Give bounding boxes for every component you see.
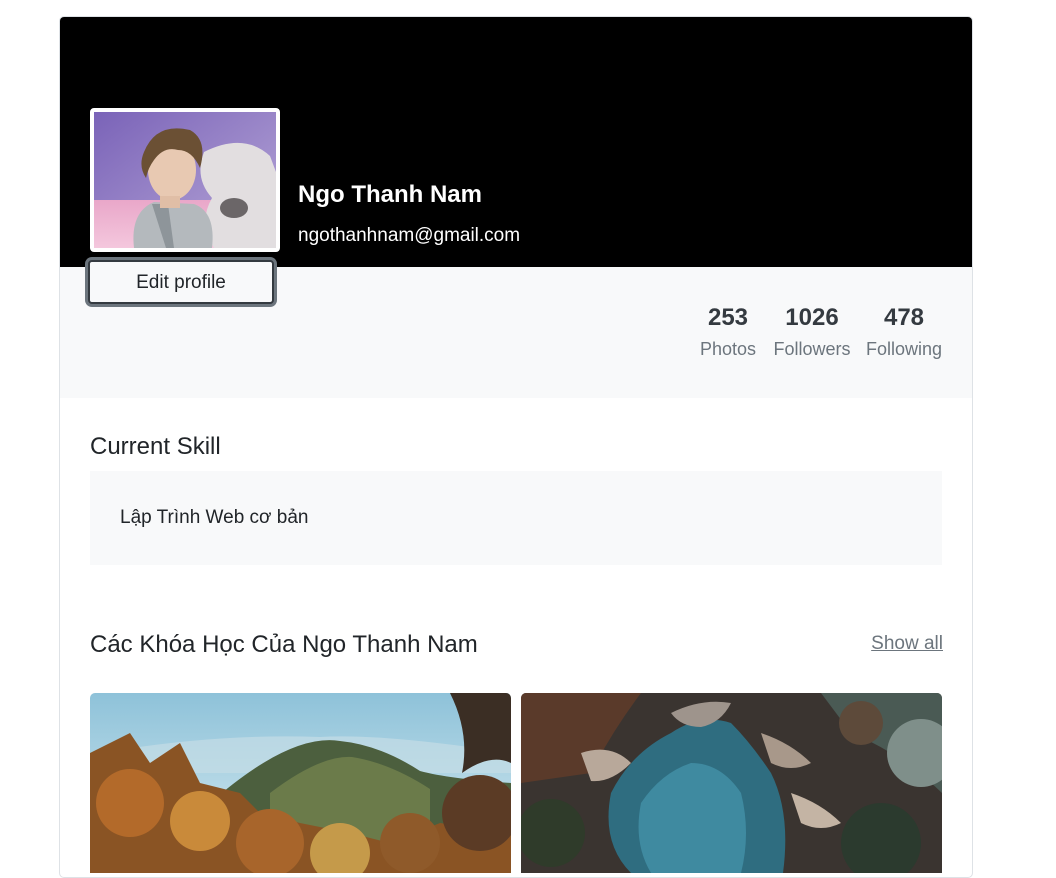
current-skill-box: Lập Trình Web cơ bản	[90, 471, 942, 565]
stat-photos-value: 253	[707, 304, 749, 331]
avatar-photo	[94, 112, 276, 248]
course-image-mountain[interactable]	[90, 693, 511, 873]
show-all-link[interactable]: Show all	[871, 633, 943, 655]
course-image-river[interactable]	[521, 693, 942, 873]
stat-followers-value: 1026	[785, 304, 839, 331]
stat-photos: 253 Photos	[694, 303, 762, 361]
profile-email: ngothanhnam@gmail.com	[298, 225, 521, 246]
mountain-autumn-forest-image	[90, 693, 511, 873]
avatar	[90, 108, 280, 252]
river-canyon-forest-image	[521, 693, 942, 873]
profile-card: Ngo Thanh Nam ngothanhnam@gmail.com Edit…	[59, 16, 973, 878]
stat-following-value: 478	[883, 304, 925, 331]
edit-profile-button[interactable]: Edit profile	[88, 260, 274, 304]
stat-followers-label: Followers	[773, 339, 851, 359]
profile-name: Ngo Thanh Nam	[298, 181, 482, 208]
current-skill-text: Lập Trình Web cơ bản	[120, 507, 309, 528]
current-skill-title: Current Skill	[90, 433, 221, 460]
courses-title: Các Khóa Học Của Ngo Thanh Nam	[90, 631, 478, 658]
stat-followers: 1026 Followers	[772, 303, 852, 361]
stat-following-label: Following	[865, 339, 943, 359]
stat-photos-label: Photos	[699, 339, 757, 359]
stat-following: 478 Following	[864, 303, 944, 361]
